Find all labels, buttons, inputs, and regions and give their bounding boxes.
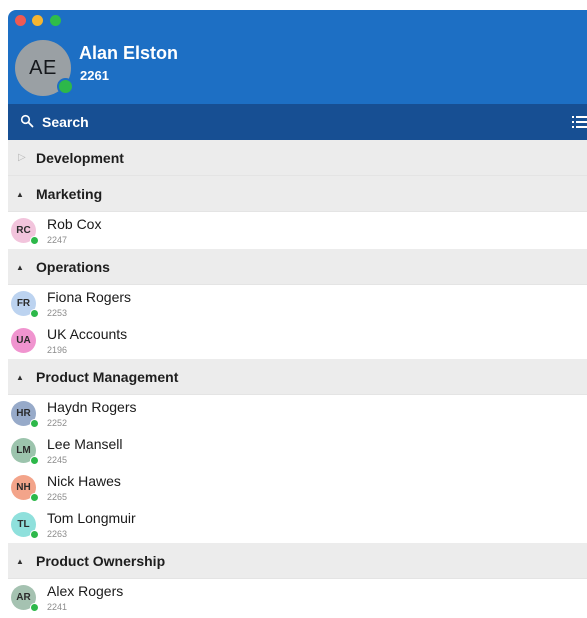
group-header[interactable]: ▷ Development [8, 140, 587, 176]
presence-indicator [30, 530, 39, 539]
presence-indicator [30, 493, 39, 502]
contact-extension: 2247 [47, 235, 68, 245]
group-header[interactable]: ▲ Operations [8, 249, 587, 285]
presence-indicator [30, 456, 39, 465]
minimize-button[interactable] [32, 15, 43, 26]
contact-name: Tom Longmuir [47, 510, 136, 526]
group-header[interactable]: ▲ Product Ownership [8, 543, 587, 579]
group-label: Operations [36, 259, 110, 275]
contact-list: ▷ Development ▲ Marketing RC Rob Cox 2247 ▲ Oper… [8, 140, 587, 616]
contact-name: Lee Mansell [47, 436, 123, 452]
list-icon[interactable] [572, 115, 587, 129]
contact-row[interactable]: TL Tom Longmuir 2263 [8, 506, 587, 543]
contact-extension: 2252 [47, 418, 68, 428]
close-button[interactable] [15, 15, 26, 26]
contact-row[interactable]: HR Haydn Rogers 2252 [8, 395, 587, 432]
contact-extension: 2265 [47, 492, 68, 502]
user-extension: 2261 [80, 68, 109, 83]
contact-name: Rob Cox [47, 216, 102, 232]
group-label: Development [36, 150, 124, 166]
profile-header: AE Alan Elston 2261 [8, 10, 587, 104]
expanded-arrow-icon[interactable]: ▲ [16, 372, 24, 384]
expanded-arrow-icon[interactable]: ▲ [16, 556, 24, 568]
contact-name: Nick Hawes [47, 473, 121, 489]
contact-row[interactable]: NH Nick Hawes 2265 [8, 469, 587, 506]
contact-avatar: UA [11, 328, 36, 353]
contact-name: UK Accounts [47, 326, 128, 342]
search-icon [20, 114, 34, 128]
user-name: Alan Elston [79, 43, 179, 63]
contact-name: Alex Rogers [47, 583, 124, 599]
presence-indicator [30, 309, 39, 318]
expanded-arrow-icon[interactable]: ▲ [16, 189, 24, 201]
presence-indicator [30, 419, 39, 428]
contact-row[interactable]: LM Lee Mansell 2245 [8, 432, 587, 469]
group-label: Marketing [36, 186, 103, 202]
expanded-arrow-icon[interactable]: ▲ [16, 262, 24, 274]
contact-extension: 2245 [47, 455, 68, 465]
group-header[interactable]: ▲ Marketing [8, 176, 587, 212]
presence-indicator [30, 603, 39, 612]
group-label: Product Management [36, 369, 179, 385]
group-label: Product Ownership [36, 553, 166, 569]
contact-row[interactable]: AR Alex Rogers 2241 [8, 579, 587, 616]
user-presence-indicator [57, 78, 74, 95]
contact-name: Fiona Rogers [47, 289, 132, 305]
contact-row[interactable]: UA UK Accounts 2196 [8, 322, 587, 359]
contact-row[interactable]: FR Fiona Rogers 2253 [8, 285, 587, 322]
search-input[interactable]: Search [42, 114, 89, 130]
collapsed-arrow-icon[interactable]: ▷ [18, 152, 26, 164]
maximize-button[interactable] [50, 15, 61, 26]
contact-row[interactable]: RC Rob Cox 2247 [8, 212, 587, 249]
presence-indicator [30, 236, 39, 245]
contact-extension: 2263 [47, 529, 68, 539]
group-header[interactable]: ▲ Product Management [8, 359, 587, 395]
contact-name: Haydn Rogers [47, 399, 137, 415]
contact-extension: 2241 [47, 602, 68, 612]
contact-extension: 2196 [47, 345, 68, 355]
contact-extension: 2253 [47, 308, 68, 318]
app-window: AE Alan Elston 2261 Search ▷ Development ▲… [8, 10, 587, 618]
search-bar[interactable]: Search [8, 104, 587, 140]
